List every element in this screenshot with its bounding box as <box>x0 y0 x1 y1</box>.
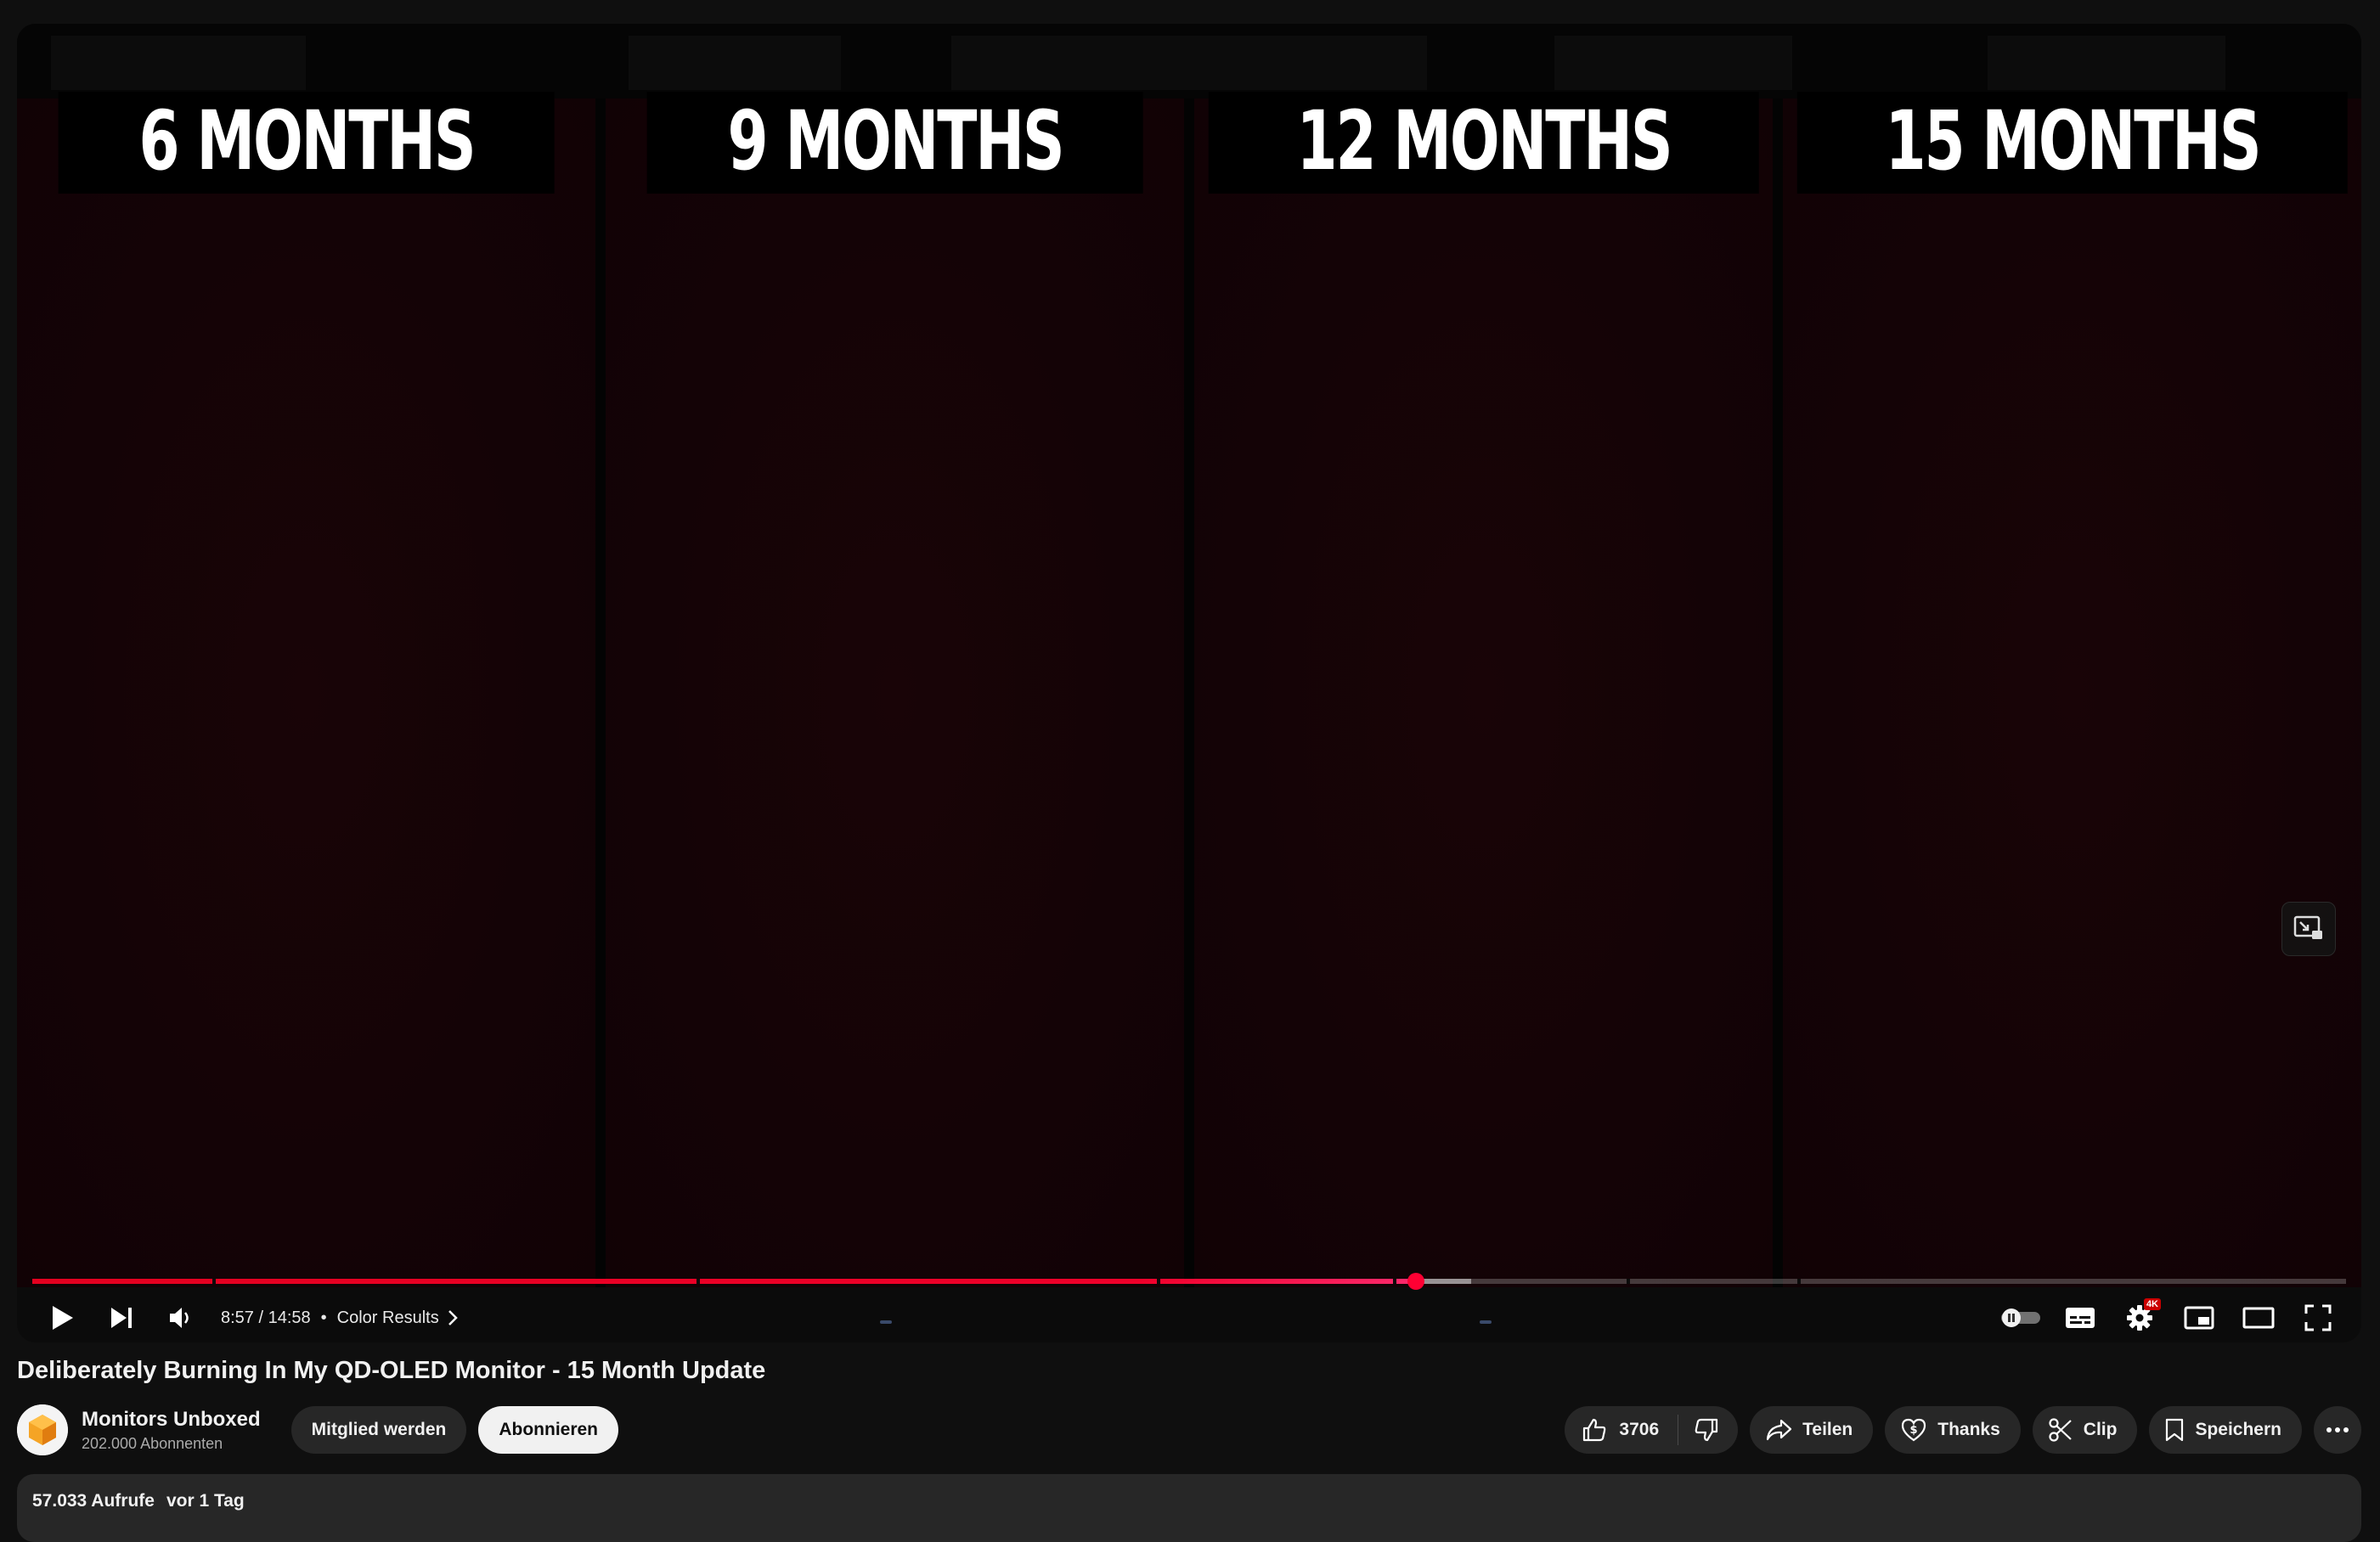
fullscreen-button[interactable] <box>2288 1293 2348 1342</box>
video-title: Deliberately Burning In My QD-OLED Monit… <box>17 1357 766 1384</box>
next-button[interactable] <box>92 1293 151 1342</box>
video-artifact <box>1988 36 2225 90</box>
description-box[interactable]: 57.033 Aufrufe vor 1 Tag <box>17 1474 2361 1542</box>
clip-button[interactable]: Clip <box>2032 1406 2138 1454</box>
like-dislike-group: 3706 <box>1565 1406 1739 1454</box>
video-player[interactable]: 6 MONTHS 9 MONTHS 12 MONTHS 15 MONTHS 8:… <box>17 24 2361 1342</box>
heart-dollar-icon: $ <box>1902 1418 1926 1442</box>
chapter-break <box>1392 1279 1396 1284</box>
subtitles-button[interactable] <box>2050 1293 2110 1342</box>
video-artifact <box>951 36 1427 90</box>
share-label: Teilen <box>1802 1420 1853 1439</box>
autoplay-toggle-icon <box>2001 1308 2040 1327</box>
join-button[interactable]: Mitglied werden <box>290 1406 467 1454</box>
volume-button[interactable] <box>151 1293 211 1342</box>
chapter-break <box>696 1279 700 1284</box>
video-frame-panels: 6 MONTHS 9 MONTHS 12 MONTHS 15 MONTHS <box>17 92 2361 1287</box>
panel-label: 15 MONTHS <box>1796 92 2348 194</box>
miniplayer-icon <box>2184 1306 2214 1330</box>
thanks-button[interactable]: $ Thanks <box>1885 1406 2021 1454</box>
progress-bar[interactable] <box>32 1273 2346 1290</box>
progress-scrubber[interactable] <box>1407 1273 1424 1290</box>
more-horizontal-icon <box>2326 1427 2349 1432</box>
svg-text:$: $ <box>1910 1424 1918 1437</box>
scissors-icon <box>2049 1418 2072 1442</box>
chapter-break <box>1797 1279 1802 1284</box>
panel-label: 6 MONTHS <box>58 92 555 194</box>
chapter-separator: • <box>320 1308 327 1327</box>
miniplayer-button[interactable] <box>2169 1293 2229 1342</box>
picture-in-picture-icon[interactable] <box>2281 902 2336 956</box>
share-button[interactable]: Teilen <box>1750 1406 1874 1454</box>
theater-mode-button[interactable] <box>2229 1293 2288 1342</box>
bookmark-icon <box>2166 1418 2184 1442</box>
channel-name[interactable]: Monitors Unboxed <box>82 1408 261 1432</box>
settings-button[interactable]: 4K <box>2110 1293 2169 1342</box>
autoplay-toggle[interactable] <box>1991 1293 2050 1342</box>
panel-9-months: 9 MONTHS <box>606 92 1184 1287</box>
thanks-label: Thanks <box>1937 1420 2000 1439</box>
subscriber-count: 202.000 Abonnenten <box>82 1434 223 1452</box>
play-button[interactable] <box>32 1293 92 1342</box>
video-artifact <box>629 36 841 90</box>
panel-label: 12 MONTHS <box>1208 92 1759 194</box>
quality-badge: 4K <box>2143 1298 2161 1310</box>
like-count: 3706 <box>1619 1420 1660 1439</box>
time-display: 8:57 / 14:58 <box>221 1308 311 1327</box>
clip-label: Clip <box>2083 1420 2118 1439</box>
chapter-break <box>1626 1279 1630 1284</box>
video-top-band <box>17 24 2361 100</box>
subtitles-icon <box>2066 1308 2095 1328</box>
chapter-break <box>1156 1279 1160 1284</box>
theater-mode-icon <box>2242 1307 2275 1329</box>
dislike-button[interactable] <box>1678 1406 1738 1454</box>
subscribe-button[interactable]: Abonnieren <box>478 1406 619 1454</box>
video-artifact <box>51 36 306 90</box>
owner-row: Monitors Unboxed 202.000 Abonnenten Mitg… <box>17 1404 2361 1455</box>
player-controls: 8:57 / 14:58 • Color Results 4K <box>17 1293 2361 1342</box>
like-button[interactable]: 3706 <box>1565 1406 1678 1454</box>
progress-played <box>32 1279 1416 1284</box>
video-actions: 3706 Teilen $ Thanks Clip Speichern <box>1565 1406 2361 1454</box>
panel-6-months: 6 MONTHS <box>17 92 595 1287</box>
channel-avatar[interactable] <box>17 1404 68 1455</box>
panel-label: 9 MONTHS <box>646 92 1143 194</box>
cube-logo-icon <box>17 1404 68 1455</box>
channel-info: Monitors Unboxed 202.000 Abonnenten <box>82 1408 261 1453</box>
volume-icon <box>170 1308 189 1328</box>
share-icon <box>1767 1419 1792 1441</box>
chapter-title: Color Results <box>336 1308 439 1327</box>
save-button[interactable]: Speichern <box>2149 1406 2302 1454</box>
next-icon <box>111 1308 132 1328</box>
chevron-right-icon <box>448 1310 458 1325</box>
panel-12-months: 12 MONTHS <box>1194 92 1773 1287</box>
view-count: 57.033 Aufrufe <box>32 1491 155 1511</box>
more-actions-button[interactable] <box>2314 1406 2361 1454</box>
play-icon <box>53 1306 73 1330</box>
chapter-button[interactable]: Color Results <box>337 1308 458 1328</box>
thumbs-down-icon <box>1695 1418 1718 1442</box>
chapter-break <box>212 1279 217 1284</box>
upload-date: vor 1 Tag <box>166 1491 245 1511</box>
panel-15-months: 15 MONTHS <box>1783 92 2361 1287</box>
video-artifact <box>1554 36 1792 90</box>
fullscreen-icon <box>2304 1304 2332 1331</box>
save-label: Speichern <box>2195 1420 2281 1439</box>
thumbs-up-icon <box>1583 1418 1606 1442</box>
